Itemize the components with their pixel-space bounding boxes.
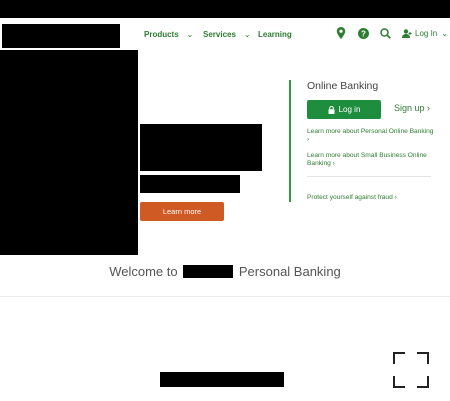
welcome-heading: Welcome to Personal Banking: [0, 264, 450, 279]
sign-up-link[interactable]: Sign up ›: [394, 103, 430, 113]
expand-corner-icon: [393, 376, 405, 388]
learn-more-button[interactable]: Learn more: [140, 202, 224, 221]
lock-icon: [328, 105, 335, 114]
personal-online-banking-link[interactable]: Learn more about Personal Online Banking…: [307, 128, 435, 144]
chevron-down-icon: ⌄: [441, 28, 448, 38]
online-banking-login-button[interactable]: Log in: [307, 100, 381, 119]
search-icon[interactable]: [379, 27, 391, 39]
nav-services-label: Services: [203, 29, 236, 39]
chevron-down-icon: ⌄: [186, 29, 194, 39]
header-login-link[interactable]: Log In ⌄: [402, 27, 448, 39]
chevron-down-icon: ⌄: [243, 29, 251, 39]
nav-learning-label: Learning: [258, 29, 292, 39]
expand-corner-icon: [393, 352, 405, 364]
small-business-online-banking-link[interactable]: Learn more about Small Business Online B…: [307, 152, 435, 168]
header-login-label: Log In: [415, 28, 438, 38]
section-divider: [0, 296, 450, 297]
login-button-label: Log in: [338, 105, 361, 114]
expand-corner-icon: [417, 376, 429, 388]
help-icon[interactable]: ?: [357, 27, 369, 39]
online-banking-panel: Online Banking Log in Sign up › Learn mo…: [289, 80, 436, 202]
location-pin-icon[interactable]: [335, 27, 347, 39]
nav-products[interactable]: Products ⌄: [144, 24, 193, 44]
expand-corner-icon: [417, 352, 429, 364]
bottom-content-redacted: [160, 372, 284, 387]
online-banking-title: Online Banking: [307, 80, 379, 92]
hero-heading-redacted: [140, 124, 262, 171]
panel-divider: [307, 176, 431, 177]
top-strip: [0, 0, 450, 18]
site-header: Products ⌄ Services ⌄ Learning ? Log In …: [0, 18, 450, 50]
nav-products-label: Products: [144, 29, 179, 39]
welcome-suffix: Personal Banking: [238, 264, 341, 279]
user-icon: [402, 28, 412, 38]
bank-name-redacted: [183, 265, 234, 278]
nav-services[interactable]: Services ⌄: [203, 24, 251, 44]
hero-subheading-redacted: [140, 175, 240, 193]
nav-learning[interactable]: Learning: [258, 24, 292, 44]
bank-logo-redacted[interactable]: [2, 24, 120, 48]
hero-image-redacted: [0, 50, 138, 255]
welcome-prefix: Welcome to: [109, 264, 178, 279]
svg-text:?: ?: [361, 29, 366, 38]
fraud-protection-link[interactable]: Protect yourself against fraud ›: [307, 194, 435, 202]
